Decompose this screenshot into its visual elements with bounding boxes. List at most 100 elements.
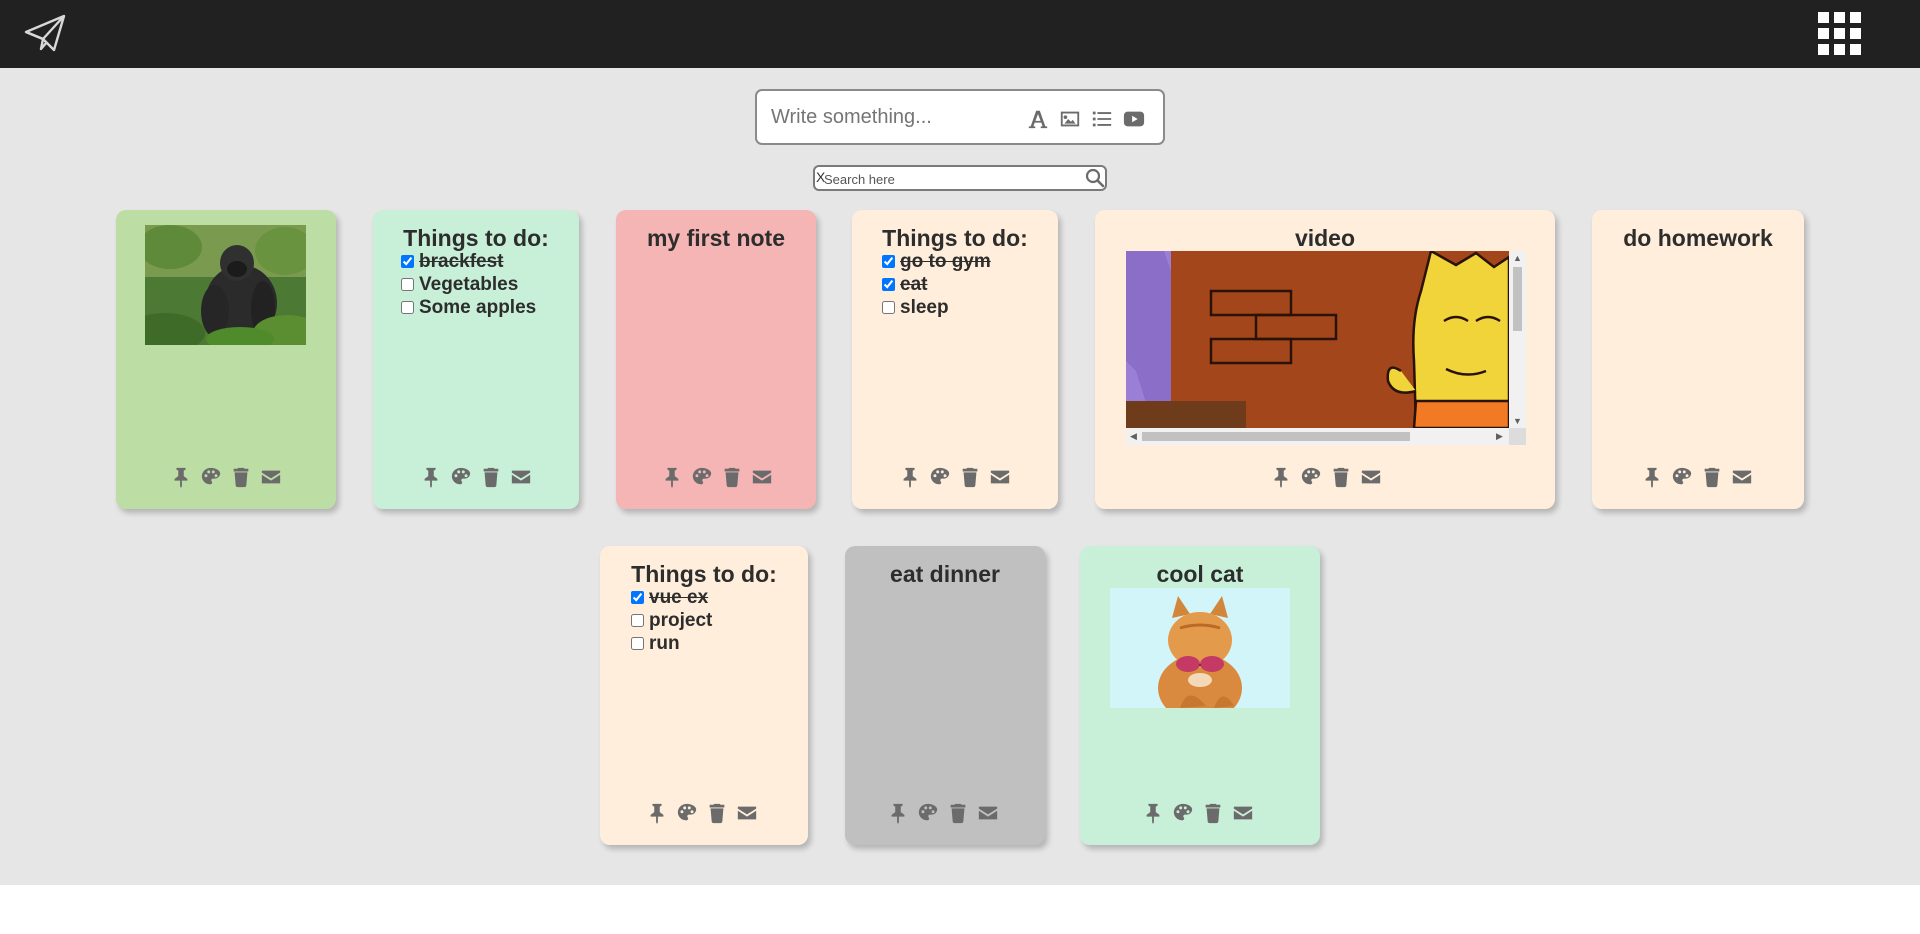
horizontal-scrollbar[interactable]: ◀ ▶ (1126, 428, 1509, 445)
pin-icon[interactable] (661, 466, 683, 488)
todo-item: Some apples (399, 296, 536, 319)
note-title: Things to do: (403, 225, 549, 251)
note-title: my first note (646, 225, 786, 251)
todo-checkbox[interactable] (631, 591, 644, 604)
todo-item: sleep (880, 296, 991, 319)
image-icon[interactable] (1059, 108, 1081, 130)
note-card[interactable]: do homework (1592, 210, 1804, 509)
note-actions (646, 802, 758, 824)
note-actions (661, 466, 773, 488)
pin-icon[interactable] (1142, 802, 1164, 824)
note-actions (420, 466, 532, 488)
palette-icon[interactable] (691, 466, 713, 488)
todo-item: run (629, 632, 712, 655)
pin-icon[interactable] (170, 466, 192, 488)
palette-icon[interactable] (1671, 466, 1693, 488)
grid-menu-icon[interactable] (1818, 12, 1862, 56)
pin-icon[interactable] (899, 466, 921, 488)
pin-icon[interactable] (1270, 466, 1292, 488)
note-actions (170, 466, 282, 488)
text-font-icon[interactable] (1027, 108, 1049, 130)
todo-list: brackfest Vegetables Some apples (399, 250, 536, 319)
video-player[interactable] (1126, 251, 1509, 428)
top-navbar (0, 0, 1920, 68)
pin-icon[interactable] (420, 466, 442, 488)
pin-icon[interactable] (887, 802, 909, 824)
search-input[interactable] (824, 170, 1074, 188)
todo-item: project (629, 609, 712, 632)
gorilla-image (145, 225, 306, 345)
note-card[interactable]: eat dinner (845, 546, 1045, 845)
trash-icon[interactable] (480, 466, 502, 488)
todo-checkbox[interactable] (882, 278, 895, 291)
search-box: X (813, 165, 1107, 191)
todo-list: go to gym eat sleep (880, 250, 991, 319)
envelope-icon[interactable] (989, 466, 1011, 488)
list-icon[interactable] (1091, 108, 1113, 130)
envelope-icon[interactable] (1731, 466, 1753, 488)
todo-item: brackfest (399, 250, 536, 273)
video-icon[interactable] (1123, 108, 1145, 130)
trash-icon[interactable] (706, 802, 728, 824)
trash-icon[interactable] (1330, 466, 1352, 488)
video-thumbnail (1126, 251, 1509, 428)
trash-icon[interactable] (230, 466, 252, 488)
trash-icon[interactable] (1202, 802, 1224, 824)
note-title: Things to do: (631, 561, 777, 587)
palette-icon[interactable] (1172, 802, 1194, 824)
search-icon[interactable] (1085, 168, 1105, 188)
note-card[interactable]: cool cat (1080, 546, 1320, 845)
note-title: video (1294, 225, 1356, 251)
pin-icon[interactable] (646, 802, 668, 824)
todo-checkbox[interactable] (401, 278, 414, 291)
todo-checkbox[interactable] (882, 255, 895, 268)
todo-checkbox[interactable] (401, 255, 414, 268)
trash-icon[interactable] (1701, 466, 1723, 488)
paper-plane-icon[interactable] (24, 14, 66, 52)
palette-icon[interactable] (1300, 466, 1322, 488)
trash-icon[interactable] (947, 802, 969, 824)
note-actions (1270, 466, 1382, 488)
note-title: Things to do: (882, 225, 1028, 251)
todo-checkbox[interactable] (631, 637, 644, 650)
note-actions (1641, 466, 1753, 488)
video-embed[interactable]: ▲ ▼ ◀ ▶ (1126, 251, 1526, 445)
envelope-icon[interactable] (977, 802, 999, 824)
trash-icon[interactable] (721, 466, 743, 488)
note-card[interactable]: video ▲ ▼ ◀ ▶ (1095, 210, 1555, 509)
palette-icon[interactable] (450, 466, 472, 488)
envelope-icon[interactable] (1232, 802, 1254, 824)
palette-icon[interactable] (917, 802, 939, 824)
note-card[interactable]: Things to do: vue ex project run (600, 546, 808, 845)
pin-icon[interactable] (1641, 466, 1663, 488)
cat-image (1110, 588, 1290, 708)
note-composer (755, 89, 1165, 145)
todo-item: vue ex (629, 586, 712, 609)
envelope-icon[interactable] (510, 466, 532, 488)
palette-icon[interactable] (676, 802, 698, 824)
write-something-input[interactable] (771, 103, 1021, 131)
note-actions (899, 466, 1011, 488)
palette-icon[interactable] (929, 466, 951, 488)
note-card[interactable] (116, 210, 336, 509)
envelope-icon[interactable] (751, 466, 773, 488)
todo-list: vue ex project run (629, 586, 712, 655)
note-card[interactable]: my first note (616, 210, 816, 509)
note-title: cool cat (1156, 561, 1244, 587)
note-card[interactable]: Things to do: brackfest Vegetables Some … (373, 210, 579, 509)
envelope-icon[interactable] (1360, 466, 1382, 488)
todo-item: Vegetables (399, 273, 536, 296)
note-actions (1142, 802, 1254, 824)
note-title: do homework (1623, 225, 1773, 251)
vertical-scrollbar[interactable]: ▲ ▼ (1509, 251, 1526, 428)
todo-checkbox[interactable] (401, 301, 414, 314)
notes-board: X Things to do: (0, 68, 1920, 885)
note-title: eat dinner (890, 561, 1000, 587)
note-card[interactable]: Things to do: go to gym eat sleep (852, 210, 1058, 509)
trash-icon[interactable] (959, 466, 981, 488)
envelope-icon[interactable] (260, 466, 282, 488)
palette-icon[interactable] (200, 466, 222, 488)
todo-checkbox[interactable] (882, 301, 895, 314)
envelope-icon[interactable] (736, 802, 758, 824)
todo-checkbox[interactable] (631, 614, 644, 627)
